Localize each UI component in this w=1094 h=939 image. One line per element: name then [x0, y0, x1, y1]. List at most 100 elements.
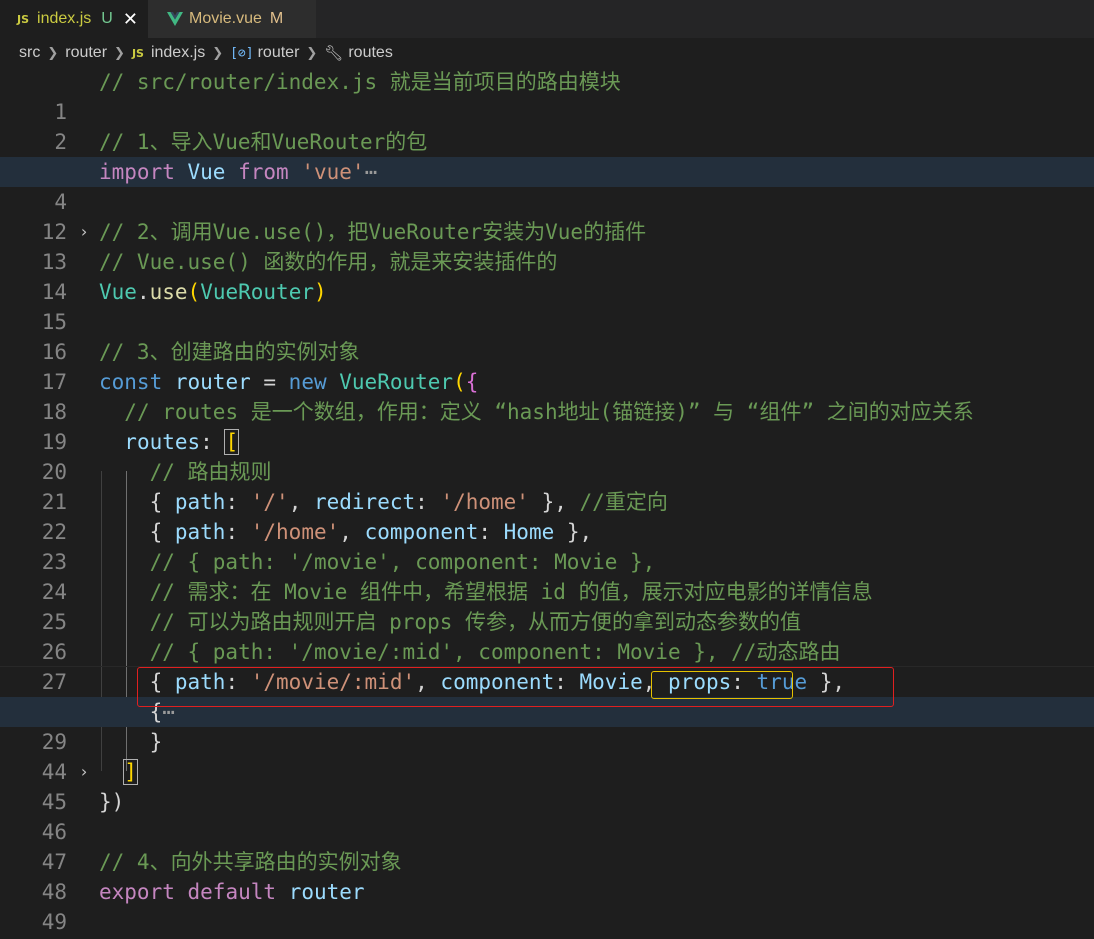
code-line[interactable]: 45 ] — [0, 757, 1094, 814]
punctuation-token: , — [288, 490, 314, 514]
code-line[interactable]: 1 // src/router/index.js 就是当前项目的路由模块 — [0, 67, 1094, 124]
punctuation-token: . — [136, 280, 150, 304]
code-line[interactable]: 14 // Vue.use() 函数的作用，就是来安装插件的 — [0, 247, 1094, 304]
code-line[interactable]: 3 // 1、导入Vue和VueRouter的包 — [0, 127, 1094, 184]
punctuation-token: : — [225, 520, 251, 544]
folded-ellipsis-icon[interactable]: ⋯ — [365, 160, 378, 184]
keyword-token: const — [99, 370, 163, 394]
chevron-right-icon: ❯ — [212, 45, 224, 60]
comment-token: // { path: '/movie/:mid', component: Mov… — [149, 640, 841, 664]
punctuation-token: : — [225, 490, 251, 514]
punctuation-token: } — [149, 730, 163, 754]
code-line[interactable]: 25 // 需求：在 Movie 组件中，希望根据 id 的值，展示对应电影的详… — [0, 577, 1094, 634]
comment-token: // 4、向外共享路由的实例对象 — [99, 850, 402, 874]
property-token: component — [364, 520, 479, 544]
breadcrumb-item-router-folder[interactable]: router — [65, 44, 107, 62]
code-line[interactable]: 13 // 2、调用Vue.use()，把VueRouter安装为Vue的插件 — [0, 217, 1094, 274]
variable-symbol-icon: [⊘] — [230, 45, 254, 61]
code-line[interactable]: 19 // routes 是一个数组，作用：定义 “hash地址(锚链接)” 与… — [0, 397, 1094, 454]
comment-token: // routes 是一个数组，作用：定义 “hash地址(锚链接)” 与 “组… — [124, 400, 974, 424]
code-line[interactable]: 2 — [0, 97, 1094, 154]
identifier-token: router — [288, 880, 365, 904]
bracket-token: { — [465, 370, 479, 394]
property-token: path — [174, 490, 226, 514]
string-token: '/' — [250, 490, 289, 514]
javascript-file-icon: JS — [131, 46, 144, 60]
modified-status-badge: M — [269, 10, 284, 27]
punctuation-token: }, — [528, 490, 567, 514]
code-line[interactable]: 20 routes: [ — [0, 427, 1094, 484]
code-line[interactable]: 47 — [0, 817, 1094, 874]
bracket-token: }) — [99, 790, 125, 814]
keyword-token: export — [99, 880, 175, 904]
code-line[interactable]: 44 } — [0, 727, 1094, 784]
code-line[interactable]: 24 // { path: '/movie', component: Movie… — [0, 547, 1094, 604]
code-editor[interactable]: 1 // src/router/index.js 就是当前项目的路由模块 2 3… — [0, 67, 1094, 939]
tab-label: Movie.vue — [189, 10, 262, 27]
property-token: path — [174, 520, 226, 544]
code-line-folded[interactable]: 4 › import Vue from 'vue'⋯ — [0, 157, 1094, 241]
breadcrumb: src ❯ router ❯ JS index.js ❯ [⊘] router … — [0, 38, 1094, 68]
code-line[interactable]: 22 { path: '/', redirect: '/home' }, //重… — [0, 487, 1094, 544]
comment-token: // 路由规则 — [149, 460, 272, 484]
breadcrumb-item-index-js[interactable]: index.js — [151, 44, 205, 62]
bracket-token: ( — [187, 280, 201, 304]
code-line[interactable]: 16 — [0, 307, 1094, 364]
operator-token: = — [250, 370, 289, 394]
keyword-token: default — [187, 880, 277, 904]
annotation-yellow-highlight-box — [651, 671, 793, 699]
identifier-token: Home — [503, 520, 555, 544]
punctuation-token: { — [149, 520, 175, 544]
code-line[interactable]: 21 // 路由规则 — [0, 457, 1094, 514]
untracked-status-badge: U — [101, 10, 113, 27]
tab-index-js[interactable]: JS index.js U ✕ — [0, 0, 148, 38]
identifier-token: router — [174, 370, 251, 394]
keyword-token: import — [99, 160, 175, 184]
comment-token: // { path: '/movie', component: Movie }, — [149, 550, 656, 574]
comment-token: // 1、导入Vue和VueRouter的包 — [99, 130, 428, 154]
punctuation-token: : — [415, 490, 441, 514]
code-line[interactable]: 17 // 3、创建路由的实例对象 — [0, 337, 1094, 394]
code-line[interactable]: 27 // { path: '/movie/:mid', component: … — [0, 637, 1094, 694]
breadcrumb-item-router-variable[interactable]: router — [258, 44, 300, 62]
punctuation-token: : — [478, 520, 504, 544]
property-token: redirect — [313, 490, 416, 514]
keyword-token: from — [238, 160, 289, 184]
vue-file-icon — [167, 12, 183, 26]
comment-token: // 3、创建路由的实例对象 — [99, 340, 360, 364]
code-line[interactable]: 26 // 可以为路由规则开启 props 传参，从而方便的拿到动态参数的值 — [0, 607, 1094, 664]
javascript-file-icon: JS — [17, 12, 30, 26]
matched-bracket-token: [ — [224, 429, 240, 455]
function-token: use — [149, 280, 188, 304]
identifier-token: Vue — [99, 280, 137, 304]
tab-bar: JS index.js U ✕ Movie.vue M — [0, 0, 1094, 38]
comment-token: // 需求：在 Movie 组件中，希望根据 id 的值，展示对应电影的详情信息 — [149, 580, 873, 604]
breadcrumb-item-routes[interactable]: routes — [348, 44, 392, 62]
matched-bracket-token: ] — [123, 759, 138, 785]
code-line[interactable]: 46 }) — [0, 787, 1094, 844]
close-icon[interactable]: ✕ — [123, 9, 138, 30]
punctuation-token: , — [339, 520, 365, 544]
code-line[interactable]: 15 Vue.use(VueRouter) — [0, 277, 1094, 334]
string-token: 'vue' — [301, 160, 365, 184]
comment-token: // src/router/index.js 就是当前项目的路由模块 — [99, 70, 621, 94]
code-line[interactable]: 23 { path: '/home', component: Home }, — [0, 517, 1094, 574]
chevron-right-icon: ❯ — [306, 45, 318, 60]
code-line[interactable]: 18 const router = new VueRouter({ — [0, 367, 1094, 424]
comment-token: // 可以为路由规则开启 props 传参，从而方便的拿到动态参数的值 — [149, 610, 802, 634]
class-token: VueRouter — [339, 370, 454, 394]
keyword-token: new — [288, 370, 327, 394]
code-line[interactable]: 48 // 4、向外共享路由的实例对象 — [0, 847, 1094, 904]
breadcrumb-item-src[interactable]: src — [19, 44, 40, 62]
code-line[interactable]: 50 — [0, 907, 1094, 937]
string-token: '/home' — [250, 520, 340, 544]
code-line[interactable]: 49 export default router — [0, 877, 1094, 934]
code-line[interactable]: 12 — [0, 187, 1094, 244]
comment-token: //重定向 — [566, 490, 668, 514]
chevron-right-icon: ❯ — [114, 45, 125, 60]
tab-label: index.js — [37, 10, 92, 27]
chevron-right-icon: ❯ — [47, 45, 59, 60]
property-token: routes — [124, 430, 201, 454]
tab-movie-vue[interactable]: Movie.vue M — [148, 0, 316, 38]
identifier-token: Vue — [187, 160, 226, 184]
